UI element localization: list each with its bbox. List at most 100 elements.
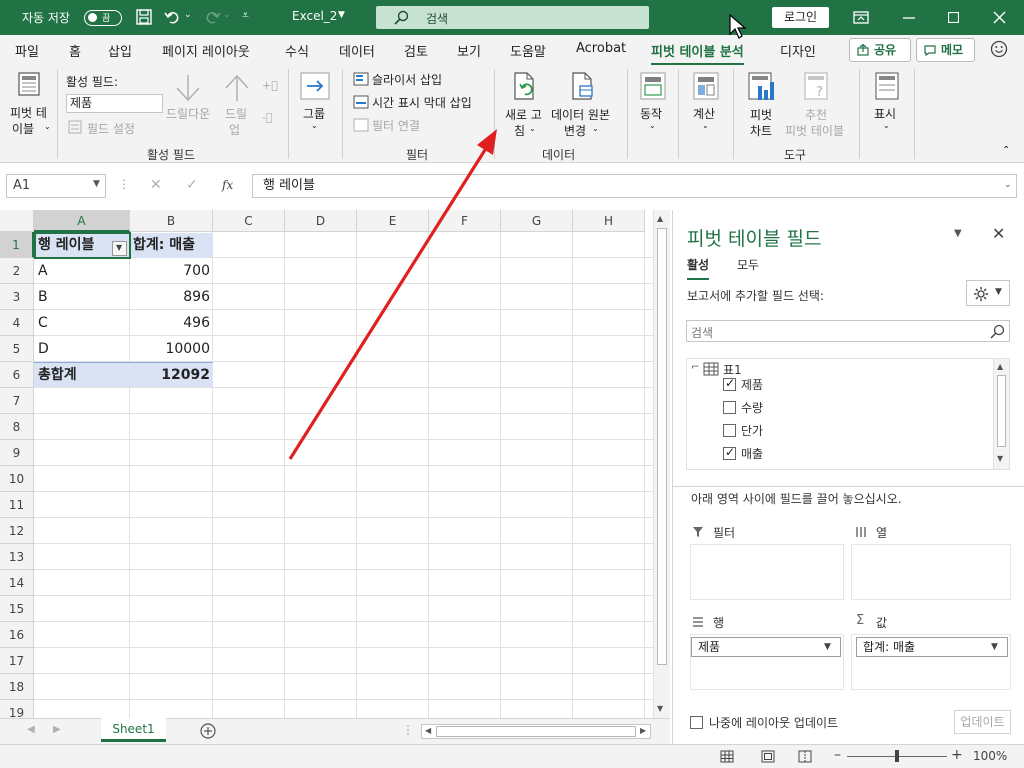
tab-data[interactable]: 데이터 [339, 41, 375, 60]
tab-file[interactable]: 파일 [15, 41, 39, 60]
name-box-dropdown-icon[interactable]: ▼ [93, 179, 100, 189]
row-header[interactable]: 2 [0, 258, 34, 284]
row-header[interactable]: 6 [0, 362, 34, 388]
zoom-slider-thumb[interactable] [895, 750, 899, 762]
expand-field-icon[interactable]: +⃞ [262, 79, 278, 92]
tab-page-layout[interactable]: 페이지 레이아웃 [162, 41, 250, 60]
close-window-icon[interactable] [993, 11, 1006, 24]
page-break-view-icon[interactable] [798, 750, 812, 763]
scroll-up-icon[interactable]: ▲ [997, 362, 1003, 371]
tab-pivot-analyze[interactable]: 피벗 테이블 분석 [651, 41, 744, 66]
pivot-item-value[interactable]: 700 [130, 258, 210, 284]
row-header[interactable]: 9 [0, 440, 34, 466]
filename-dropdown-icon[interactable]: ▼ [338, 10, 345, 20]
column-header-b[interactable]: B [130, 210, 213, 232]
tab-view[interactable]: 보기 [457, 41, 481, 60]
pivot-total-value[interactable]: 12092 [130, 362, 210, 388]
row-header[interactable]: 1 [0, 232, 34, 258]
save-icon[interactable] [136, 9, 152, 25]
row-header[interactable]: 17 [0, 648, 34, 674]
maximize-icon[interactable] [948, 12, 959, 23]
zoom-level[interactable]: 100% [973, 749, 1007, 763]
row-header[interactable]: 15 [0, 596, 34, 622]
tab-split-icon[interactable]: ⋮ [402, 723, 414, 737]
field-search-input[interactable]: 검색 [686, 320, 1010, 342]
row-header[interactable]: 3 [0, 284, 34, 310]
prev-sheet-icon[interactable]: ◀ [27, 724, 35, 735]
autosave-toggle[interactable]: 끔 [84, 10, 122, 26]
collapse-field-icon[interactable]: -⃞ [262, 111, 273, 124]
pivot-item-value[interactable]: 10000 [130, 336, 210, 362]
page-layout-view-icon[interactable] [761, 750, 775, 763]
active-field-input[interactable]: 제품 [66, 94, 163, 113]
scroll-down-icon[interactable]: ▼ [657, 704, 663, 713]
pane-tab-active[interactable]: 활성 [687, 256, 710, 280]
tab-insert[interactable]: 삽입 [108, 41, 132, 60]
row-header[interactable]: 7 [0, 388, 34, 414]
zoom-in-icon[interactable]: + [951, 747, 963, 763]
field-list-scrollbar[interactable]: ▲ ▼ [993, 359, 1009, 469]
close-pane-icon[interactable]: ✕ [992, 224, 1005, 243]
h-scroll-thumb[interactable] [436, 726, 636, 737]
field-layout-button[interactable]: ▼ [966, 280, 1010, 306]
row-header[interactable]: 11 [0, 492, 34, 518]
horizontal-scrollbar[interactable]: ◀ ▶ [421, 724, 651, 739]
more-options-icon[interactable]: ⋮ [118, 177, 130, 191]
field-checkbox[interactable]: ✓ [723, 376, 736, 391]
row-header[interactable]: 12 [0, 518, 34, 544]
pivot-item-label[interactable]: B [38, 284, 48, 310]
row-header[interactable]: 18 [0, 674, 34, 700]
field-checkbox[interactable] [723, 401, 736, 414]
name-box[interactable]: A1 [6, 174, 106, 198]
row-header[interactable]: 16 [0, 622, 34, 648]
tree-collapse-icon[interactable]: ⌐ [691, 362, 699, 373]
pivot-table-button[interactable]: 피벗 테 이블 ⌄ [6, 69, 54, 141]
add-sheet-icon[interactable] [200, 723, 216, 739]
normal-view-icon[interactable] [720, 750, 734, 763]
pivot-item-label[interactable]: D [38, 336, 49, 362]
tab-review[interactable]: 검토 [404, 41, 428, 60]
drill-down-button[interactable]: 드릴다운 [166, 105, 210, 122]
defer-update-checkbox[interactable] [690, 716, 703, 729]
file-name[interactable]: Excel_2 [292, 9, 337, 23]
field-checkbox[interactable] [723, 424, 736, 437]
row-header[interactable]: 5 [0, 336, 34, 362]
login-button[interactable]: 로그인 [772, 7, 829, 28]
scroll-thumb[interactable] [997, 375, 1006, 447]
memo-button[interactable]: 메모 [916, 38, 975, 62]
column-header-a[interactable]: A [34, 210, 130, 232]
pivot-chart-button[interactable]: 피벗 차트 [744, 69, 780, 141]
cancel-icon[interactable]: ✕ [150, 177, 162, 193]
pivot-value-header[interactable]: 합계: 매출 [133, 232, 195, 258]
filters-area[interactable] [690, 544, 844, 600]
row-header[interactable]: 19 [0, 700, 34, 718]
row-header[interactable]: 10 [0, 466, 34, 492]
row-header[interactable]: 8 [0, 414, 34, 440]
undo-icon[interactable] [164, 9, 182, 25]
update-button[interactable]: 업데이트 [954, 710, 1011, 734]
pivot-item-label[interactable]: A [38, 258, 48, 284]
enter-icon[interactable]: ✓ [186, 177, 198, 193]
insert-timeline-button[interactable]: 시간 표시 막대 삽입 [372, 94, 472, 111]
field-settings-button[interactable]: 필드 설정 [87, 120, 135, 137]
values-field-item[interactable]: 합계: 매출 ▼ [856, 637, 1008, 657]
vertical-scrollbar[interactable]: ▲ ▼ [653, 210, 670, 718]
columns-area[interactable] [851, 544, 1011, 600]
pivot-item-value[interactable]: 896 [130, 284, 210, 310]
pane-tab-all[interactable]: 모두 [737, 256, 759, 273]
drill-up-button[interactable]: 드릴 [225, 105, 247, 122]
tab-formulas[interactable]: 수식 [285, 41, 309, 60]
tab-help[interactable]: 도움말 [510, 41, 546, 60]
pivot-item-label[interactable]: C [38, 310, 48, 336]
scroll-thumb[interactable] [657, 228, 667, 665]
actions-button[interactable]: 동작 ⌄ [635, 69, 671, 139]
rows-field-item[interactable]: 제품 ▼ [691, 637, 841, 657]
select-all-corner[interactable] [0, 210, 34, 232]
pane-options-icon[interactable]: ▼ [954, 228, 962, 239]
pivot-total-label[interactable]: 총합계 [38, 362, 77, 388]
tab-home[interactable]: 홈 [69, 41, 81, 60]
column-header-h[interactable]: H [573, 210, 645, 232]
pivot-item-value[interactable]: 496 [130, 310, 210, 336]
change-data-source-button[interactable]: 데이터 원본 변경 ⌄ [550, 69, 616, 141]
field-name[interactable]: 매출 [741, 445, 763, 462]
